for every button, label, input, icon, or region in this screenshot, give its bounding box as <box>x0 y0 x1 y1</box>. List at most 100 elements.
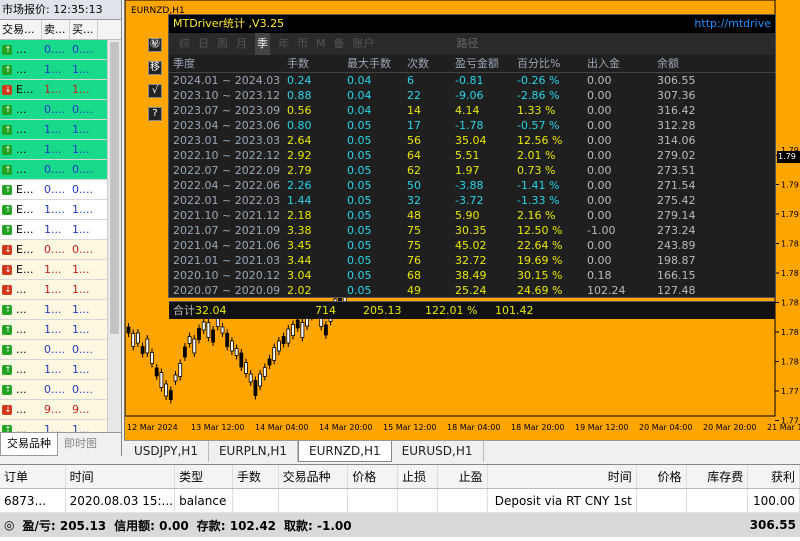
period-menu-item[interactable]: 综 <box>179 33 190 55</box>
period-menu-item[interactable]: 月 <box>236 33 247 55</box>
market-watch-row[interactable]: ↑ E... 1... 1... <box>0 220 121 240</box>
terminal-col-header[interactable]: 交易品种 <box>279 465 349 488</box>
market-watch-row[interactable]: ↓ E... 1... 1... <box>0 80 121 100</box>
terminal-col-header[interactable]: 手数 <box>233 465 279 488</box>
market-watch-row[interactable]: ↑... 1... 1... <box>0 140 121 160</box>
market-watch-scrollbar[interactable] <box>107 40 121 432</box>
market-watch-row[interactable]: ↑ E... 1.... 1.... <box>0 200 121 220</box>
terminal-col-header[interactable]: 类型 <box>175 465 233 488</box>
stats-row: 2023.10 ~ 2023.12 0.88 0.04 22 -9.06 -2.86 % 0… <box>169 88 775 103</box>
col-ask-header[interactable]: 买... <box>70 20 98 39</box>
stats-cell: 45.02 <box>455 239 487 252</box>
arrow-up-icon: ↑ <box>2 124 12 135</box>
stats-cell: 0.00 <box>587 104 612 117</box>
market-watch-row[interactable]: ↑... 1... 1... <box>0 320 121 340</box>
terminal-col-header[interactable]: 时间 <box>66 465 176 488</box>
scrollbar-thumb[interactable] <box>110 42 119 334</box>
period-menu-item[interactable]: 季 <box>255 33 270 55</box>
market-watch-row[interactable]: ↓ E... 1... 1... <box>0 260 121 280</box>
ask-cell: 0.... <box>72 103 93 116</box>
period-menu-item[interactable]: 备 <box>334 33 345 55</box>
period-menu-item[interactable]: 周 <box>217 33 228 55</box>
tab-symbols[interactable]: 交易品种 <box>0 433 58 456</box>
market-watch-row[interactable]: ↓... 9... 9... <box>0 400 121 420</box>
candle-body <box>154 367 159 377</box>
arrow-up-icon: ↑ <box>2 144 12 155</box>
terminal-col-header[interactable]: 订单 <box>0 465 66 488</box>
candle-body <box>225 333 230 347</box>
market-watch-row[interactable]: ↓... 1... 1... <box>0 280 121 300</box>
terminal-col-header[interactable]: 价格 <box>637 465 687 488</box>
candle-body <box>267 358 272 366</box>
terminal-col-header[interactable]: 库存费 <box>687 465 749 488</box>
panel-button-1[interactable]: ㊙ <box>148 38 162 52</box>
panel-move-button[interactable]: 移 <box>148 61 162 75</box>
symbol-cell: ↑... <box>0 120 42 139</box>
path-label[interactable]: 路径 <box>457 33 479 55</box>
period-menu-item[interactable]: M <box>316 33 326 55</box>
stats-cell: 2.02 <box>287 284 312 297</box>
panel-help-button[interactable]: ? <box>148 107 162 121</box>
market-watch-row[interactable]: ↑... 1... 1... <box>0 360 121 380</box>
market-watch-row[interactable]: ↑... 0.... 0.... <box>0 340 121 360</box>
period-menu-item[interactable]: 日 <box>198 33 209 55</box>
candle-body <box>295 319 300 329</box>
bid-cell: 0.... <box>44 43 65 56</box>
terminal-panel: 订单 时间 类型 手数 交易品种 价格 止损 止盈 时间 价格 库存费 获利 6873... 2020.… <box>0 464 800 541</box>
market-watch-row[interactable]: ↑... 0.... 0.... <box>0 100 121 120</box>
stats-cell: 2023.04 ~ 2023.06 <box>173 119 281 132</box>
stats-cell: -1.00 <box>587 224 616 237</box>
symbol-cell: ↑... <box>0 360 42 379</box>
candle-body <box>258 373 263 387</box>
stats-cell: 0.05 <box>347 224 372 237</box>
arrow-up-icon: ↑ <box>2 304 12 315</box>
terminal-col-header[interactable]: 获利 <box>748 465 800 488</box>
chart-tab[interactable]: EURNZD,H1 <box>298 441 392 462</box>
market-watch-row[interactable]: ↑... 1... 1... <box>0 60 121 80</box>
market-watch-row[interactable]: ↑ E... 0.... 0.... <box>0 180 121 200</box>
panel-check-button[interactable]: √ <box>148 84 162 98</box>
arrow-up-icon: ↑ <box>2 324 12 335</box>
chart-tab[interactable]: USDJPY,H1 <box>124 441 209 462</box>
symbol-cell: ↑ E... <box>0 180 42 199</box>
bid-cell: 1... <box>44 303 62 316</box>
candle-body <box>206 322 211 338</box>
terminal-row[interactable]: 6873... 2020.08.03 15:... balance Deposit v… <box>0 489 800 513</box>
market-watch-row[interactable]: ↑... 1... 1... <box>0 300 121 320</box>
stats-url-link[interactable]: http://mtdrive <box>694 15 771 33</box>
chart-tab[interactable]: EURPLN,H1 <box>209 441 299 462</box>
market-watch-row[interactable]: ↑... 0.... 0.... <box>0 160 121 180</box>
tab-tick-chart[interactable]: 即时图 <box>58 433 103 456</box>
ask-cell: 1... <box>72 223 90 236</box>
chart-tab[interactable]: EURUSD,H1 <box>392 441 484 462</box>
period-menu-item[interactable]: 年 <box>278 33 289 55</box>
stats-cell: 2.26 <box>287 179 312 192</box>
terminal-col-header[interactable]: 时间 <box>488 465 637 488</box>
period-menu-item[interactable]: 币 <box>297 33 308 55</box>
bid-cell: 0.... <box>44 163 65 176</box>
market-watch-row[interactable]: ↑... 0.... 0.... <box>0 380 121 400</box>
terminal-col-header[interactable]: 止盈 <box>438 465 488 488</box>
stats-cell: 3.45 <box>287 239 312 252</box>
price-axis-label: 1.78 <box>781 240 799 249</box>
stats-cell: 2023.07 ~ 2023.09 <box>173 104 281 117</box>
ask-cell: 0.... <box>72 43 93 56</box>
market-watch-row[interactable]: ↓ E... 0.... 0.... <box>0 240 121 260</box>
market-watch-row[interactable]: ↑... 0.... 0.... <box>0 40 121 60</box>
market-watch-rows: ↑... 0.... 0.... ↑... 1... 1... ↓ E... 1... 1... ↑… <box>0 40 121 440</box>
arrow-up-icon: ↑ <box>2 224 12 235</box>
market-watch-row[interactable]: ↑... 1... 1... <box>0 120 121 140</box>
stats-cell: 0.18 <box>587 269 612 282</box>
stats-period-menu: 综日周月季年币 M 备账户 路径 <box>169 33 775 55</box>
stats-cell: 12.56 % <box>517 134 563 147</box>
terminal-cell <box>348 489 399 512</box>
period-menu-item[interactable]: 账户 <box>353 33 375 55</box>
candle-body <box>230 340 234 352</box>
terminal-col-header[interactable]: 价格 <box>348 465 399 488</box>
stats-cell: 0.04 <box>347 104 372 117</box>
col-bid-header[interactable]: 卖... <box>42 20 70 39</box>
bid-cell: 9... <box>44 403 62 416</box>
col-symbol-header[interactable]: 交易... <box>0 20 42 39</box>
candle-body <box>253 380 258 396</box>
terminal-col-header[interactable]: 止损 <box>398 465 438 488</box>
